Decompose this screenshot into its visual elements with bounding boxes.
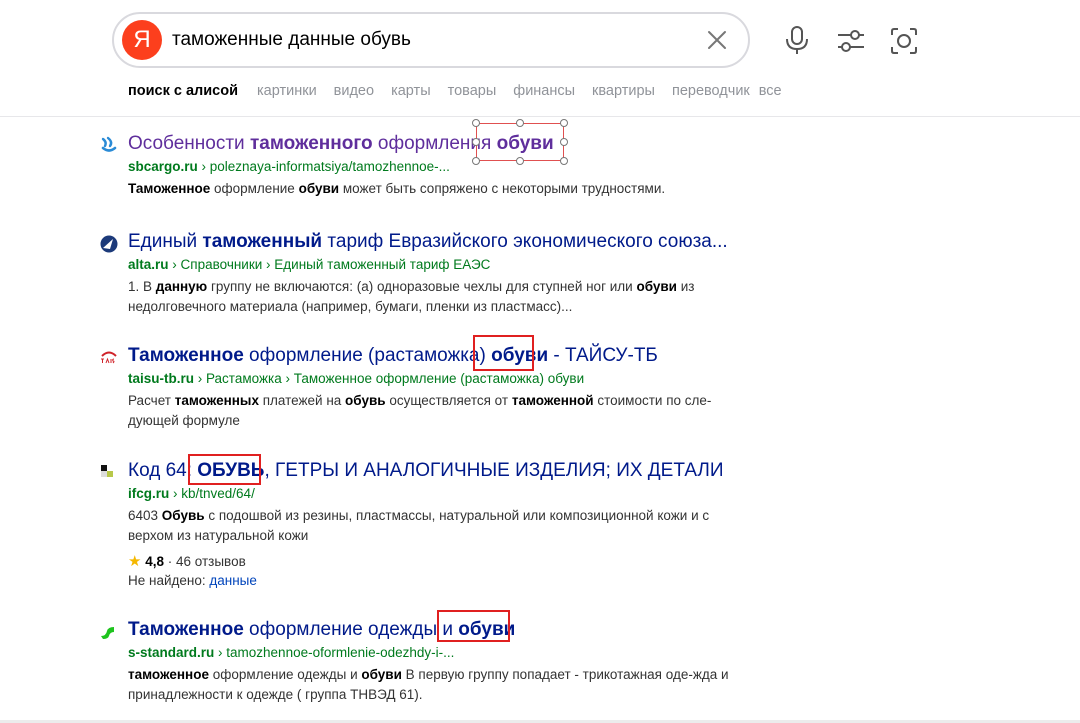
alta-favicon — [100, 235, 118, 253]
tab-alice-search[interactable]: поиск с алисой — [128, 83, 238, 99]
rating-reviews: · 46 отзывов — [164, 554, 246, 569]
search-tabs: поиск с алисой картинки видео карты товары фи… — [128, 82, 799, 102]
resize-handle[interactable] — [472, 119, 480, 127]
camera-search-icon[interactable] — [887, 24, 921, 58]
result-url[interactable]: ifcg.ru › kb/tnved/64/ — [128, 486, 255, 502]
filters-icon[interactable] — [834, 24, 868, 58]
resize-handle[interactable] — [472, 157, 480, 165]
result-title[interactable]: Единый таможенный тариф Евразийского эко… — [128, 230, 728, 254]
tab-images[interactable]: картинки — [257, 83, 317, 99]
tab-video[interactable]: видео — [334, 83, 374, 99]
microphone-icon[interactable] — [780, 24, 814, 58]
result-snippet: Расчет таможенных платежей на обувь осущ… — [128, 393, 712, 428]
result-title[interactable]: Таможенное оформление (растаможка) обуви… — [128, 344, 658, 368]
close-icon[interactable] — [704, 27, 730, 53]
result-url[interactable]: alta.ru › Справочники › Единый таможенны… — [128, 257, 490, 273]
annotation-box-selected[interactable] — [472, 119, 568, 165]
not-found-label: Не найдено: — [128, 573, 210, 588]
result-url[interactable]: taisu-tb.ru › Растаможка › Таможенное оф… — [128, 371, 584, 387]
resize-handle[interactable] — [560, 138, 568, 146]
search-input[interactable] — [172, 22, 682, 58]
yandex-logo[interactable]: Я — [122, 20, 162, 60]
result-url[interactable]: sbcargo.ru › poleznaya-informatsiya/tamo… — [128, 159, 450, 175]
tab-products[interactable]: товары — [448, 83, 497, 99]
result-snippet: Таможенное оформление обуви может быть с… — [128, 181, 666, 196]
not-found-line: Не найдено: данные — [128, 573, 257, 588]
tabs-divider — [0, 116, 1080, 117]
s-standard-favicon — [101, 627, 114, 639]
annotation-box[interactable] — [188, 454, 261, 485]
resize-handle[interactable] — [472, 138, 480, 146]
tab-maps[interactable]: карты — [391, 83, 431, 99]
result-url[interactable]: s-standard.ru › tamozhennoe-oformlenie-o… — [128, 645, 454, 661]
result-snippet: таможенное оформление одежды и обуви В п… — [128, 667, 729, 702]
resize-handle[interactable] — [516, 119, 524, 127]
sbcargo-favicon — [101, 136, 117, 152]
resize-handle[interactable] — [516, 157, 524, 165]
search-bar: Я — [112, 12, 750, 68]
tab-apartments[interactable]: квартиры — [592, 83, 655, 99]
tab-finance[interactable]: финансы — [513, 83, 575, 99]
ifcg-favicon — [101, 465, 113, 477]
star-icon: ★ — [128, 553, 142, 570]
resize-handle[interactable] — [560, 157, 568, 165]
rating-value: 4,8 — [145, 554, 164, 569]
tab-translator[interactable]: переводчик — [672, 83, 750, 99]
tab-all[interactable]: все — [759, 83, 782, 99]
result-snippet: 1. В данную группу не включаются: (а) од… — [128, 279, 695, 314]
not-found-link[interactable]: данные — [209, 573, 257, 588]
result-rating: ★ 4,8 · 46 отзывов — [128, 552, 246, 570]
result-snippet: 6403 Обувь с подошвой из резины, пластма… — [128, 508, 710, 543]
resize-handle[interactable] — [560, 119, 568, 127]
annotation-box[interactable] — [473, 335, 534, 371]
annotation-box[interactable] — [437, 610, 510, 642]
taisu-favicon — [100, 351, 118, 364]
